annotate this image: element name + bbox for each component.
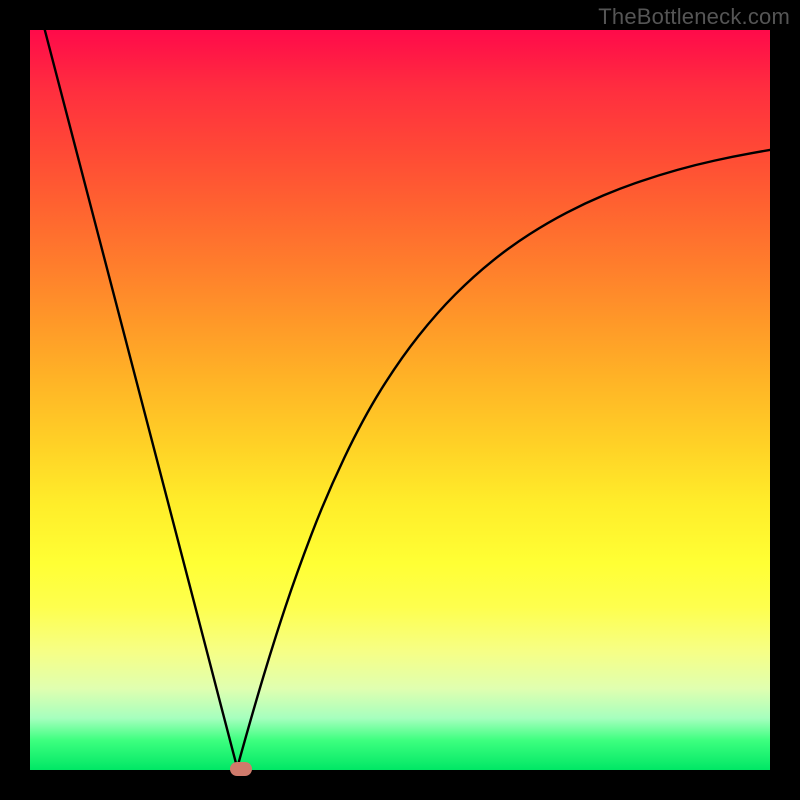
watermark-text: TheBottleneck.com <box>598 4 790 30</box>
optimal-marker <box>230 762 252 776</box>
bottleneck-curve <box>30 30 770 770</box>
chart-stage: TheBottleneck.com <box>0 0 800 800</box>
plot-area <box>30 30 770 770</box>
